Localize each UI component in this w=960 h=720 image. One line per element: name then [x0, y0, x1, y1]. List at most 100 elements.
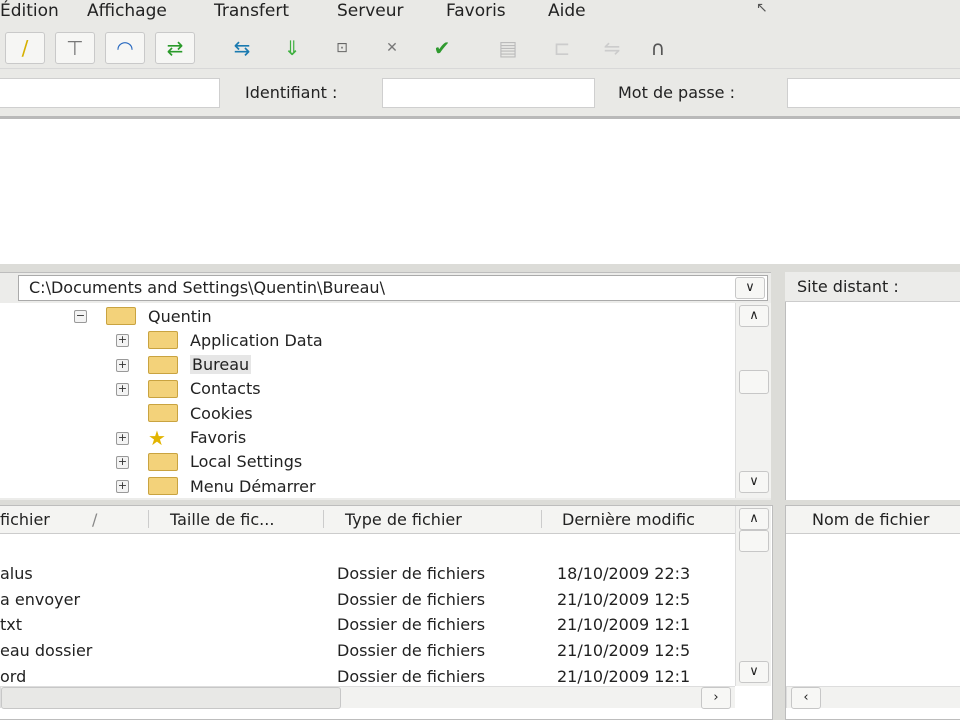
- splitter[interactable]: [0, 264, 960, 272]
- remote-file-list-header: Nom de fichier: [786, 506, 960, 534]
- folder-icon: [148, 331, 178, 350]
- tree-item[interactable]: Contacts: [148, 378, 261, 400]
- column-filename[interactable]: fichier: [0, 510, 50, 529]
- sync-browse-icon[interactable]: ⇋: [592, 32, 632, 64]
- file-modified: 21/10/2009 12:5: [557, 641, 691, 661]
- toggle-tree-button[interactable]: ◠: [105, 32, 145, 64]
- column-size[interactable]: Taille de fic...: [170, 510, 274, 529]
- search-binoculars-icon[interactable]: ∩: [638, 32, 678, 64]
- chevron-down-icon[interactable]: ∨: [735, 277, 765, 299]
- user-label: Identifiant :: [245, 83, 338, 102]
- remote-path-bar: Site distant :: [785, 272, 960, 302]
- divider: [0, 68, 960, 69]
- tree-item[interactable]: Quentin: [106, 305, 212, 327]
- tree-item[interactable]: Bureau: [148, 354, 252, 376]
- file-name: txt: [0, 615, 23, 635]
- host-input[interactable]: [0, 78, 220, 108]
- file-name: alus: [0, 563, 33, 583]
- file-modified: 21/10/2009 12:1: [557, 615, 691, 635]
- password-input[interactable]: [787, 78, 960, 108]
- process-queue-icon[interactable]: ⇓: [272, 32, 312, 64]
- message-log[interactable]: [0, 119, 960, 264]
- expand-icon[interactable]: +: [116, 382, 129, 396]
- file-name: eau dossier: [0, 641, 93, 661]
- tree-item-label: Menu Démarrer: [190, 476, 316, 496]
- column-divider[interactable]: [323, 510, 324, 528]
- tree-item[interactable]: Cookies: [148, 402, 253, 424]
- filter-icon[interactable]: ⊏: [542, 32, 582, 64]
- scroll-thumb[interactable]: [739, 370, 769, 394]
- password-label: Mot de passe :: [618, 83, 735, 102]
- tree-item[interactable]: Application Data: [148, 329, 323, 351]
- column-remote-filename[interactable]: Nom de fichier: [812, 510, 929, 529]
- star-folder-icon: ★: [148, 425, 166, 450]
- scroll-down-icon[interactable]: ∨: [739, 471, 769, 493]
- remote-tree-pane: [785, 272, 960, 502]
- file-type: Dossier de fichiers: [337, 667, 486, 686]
- collapse-icon[interactable]: −: [74, 310, 87, 323]
- column-divider[interactable]: [541, 510, 542, 528]
- file-type: Dossier de fichiers: [337, 589, 486, 609]
- folder-icon: [148, 477, 178, 496]
- tree-item[interactable]: Local Settings: [148, 451, 302, 473]
- scroll-up-icon[interactable]: ∧: [739, 305, 769, 327]
- local-tree: [0, 303, 735, 498]
- expand-icon[interactable]: +: [116, 455, 129, 469]
- reconnect-icon[interactable]: ✔: [422, 32, 462, 64]
- scroll-thumb[interactable]: [1, 687, 341, 709]
- vertical-splitter[interactable]: [771, 272, 785, 720]
- scroll-right-icon[interactable]: ›: [701, 687, 731, 709]
- tree-item-label: Application Data: [190, 330, 323, 350]
- file-modified: 21/10/2009 12:5: [557, 589, 691, 609]
- column-divider[interactable]: [148, 510, 149, 528]
- tree-item-label: Bureau: [190, 355, 252, 375]
- file-name: ord: [0, 667, 27, 686]
- cancel-icon[interactable]: ⊡: [322, 32, 362, 64]
- user-input[interactable]: [382, 78, 595, 108]
- sort-indicator: /: [92, 510, 98, 529]
- local-path-text: C:\Documents and Settings\Quentin\Bureau…: [29, 278, 385, 297]
- tree-item-label: Quentin: [148, 306, 212, 326]
- scroll-thumb[interactable]: [739, 530, 769, 552]
- folder-icon: [148, 355, 178, 374]
- file-type: Dossier de fichiers: [337, 641, 486, 661]
- column-type[interactable]: Type de fichier: [345, 510, 462, 529]
- file-modified: 21/10/2009 12:1: [557, 667, 691, 686]
- disconnect-icon[interactable]: ✕: [372, 32, 412, 64]
- tree-item-label: Cookies: [190, 403, 253, 423]
- scroll-up-icon[interactable]: ∧: [739, 508, 769, 530]
- local-path-combobox[interactable]: C:\Documents and Settings\Quentin\Bureau…: [18, 275, 768, 301]
- folder-icon: [106, 307, 136, 325]
- menu-aide[interactable]: Aide: [548, 1, 586, 21]
- expand-icon[interactable]: +: [116, 358, 129, 372]
- menu-favoris[interactable]: Favoris: [446, 1, 506, 21]
- folder-icon: [148, 452, 178, 471]
- menu-serveur[interactable]: Serveur: [337, 1, 404, 21]
- toggle-log-button[interactable]: ⊤: [55, 32, 95, 64]
- file-type: Dossier de fichiers: [337, 563, 486, 583]
- refresh-icon[interactable]: ⇆: [222, 32, 262, 64]
- remote-hscrollbar[interactable]: ‹: [786, 686, 960, 709]
- expand-icon[interactable]: +: [116, 334, 129, 348]
- scroll-left-icon[interactable]: ‹: [791, 687, 821, 709]
- toggle-queue-button[interactable]: ⇄: [155, 32, 195, 64]
- tree-item[interactable]: Menu Démarrer: [148, 475, 316, 497]
- menu-edition[interactable]: Édition: [0, 1, 59, 21]
- expand-icon[interactable]: +: [116, 431, 129, 445]
- tree-item-label: Local Settings: [190, 452, 303, 472]
- remote-site-label: Site distant :: [797, 277, 899, 296]
- file-type: Dossier de fichiers: [337, 615, 486, 635]
- menu-transfert[interactable]: Transfert: [214, 1, 289, 21]
- site-manager-button[interactable]: /: [5, 32, 45, 64]
- tree-item[interactable]: ★ Favoris: [148, 425, 246, 450]
- scroll-down-icon[interactable]: ∨: [739, 661, 769, 683]
- mouse-cursor-icon: ↖: [756, 0, 768, 16]
- menu-affichage[interactable]: Affichage: [87, 1, 167, 21]
- file-list-hscrollbar[interactable]: ›: [0, 686, 735, 709]
- file-list-vscrollbar[interactable]: ∧ ∨: [735, 506, 771, 686]
- directory-listing-icon[interactable]: ▤: [488, 32, 528, 64]
- tree-scrollbar[interactable]: ∧ ∨: [735, 303, 771, 498]
- column-modified[interactable]: Dernière modific: [562, 510, 695, 529]
- expand-icon[interactable]: +: [116, 480, 129, 494]
- folder-icon: [148, 379, 178, 398]
